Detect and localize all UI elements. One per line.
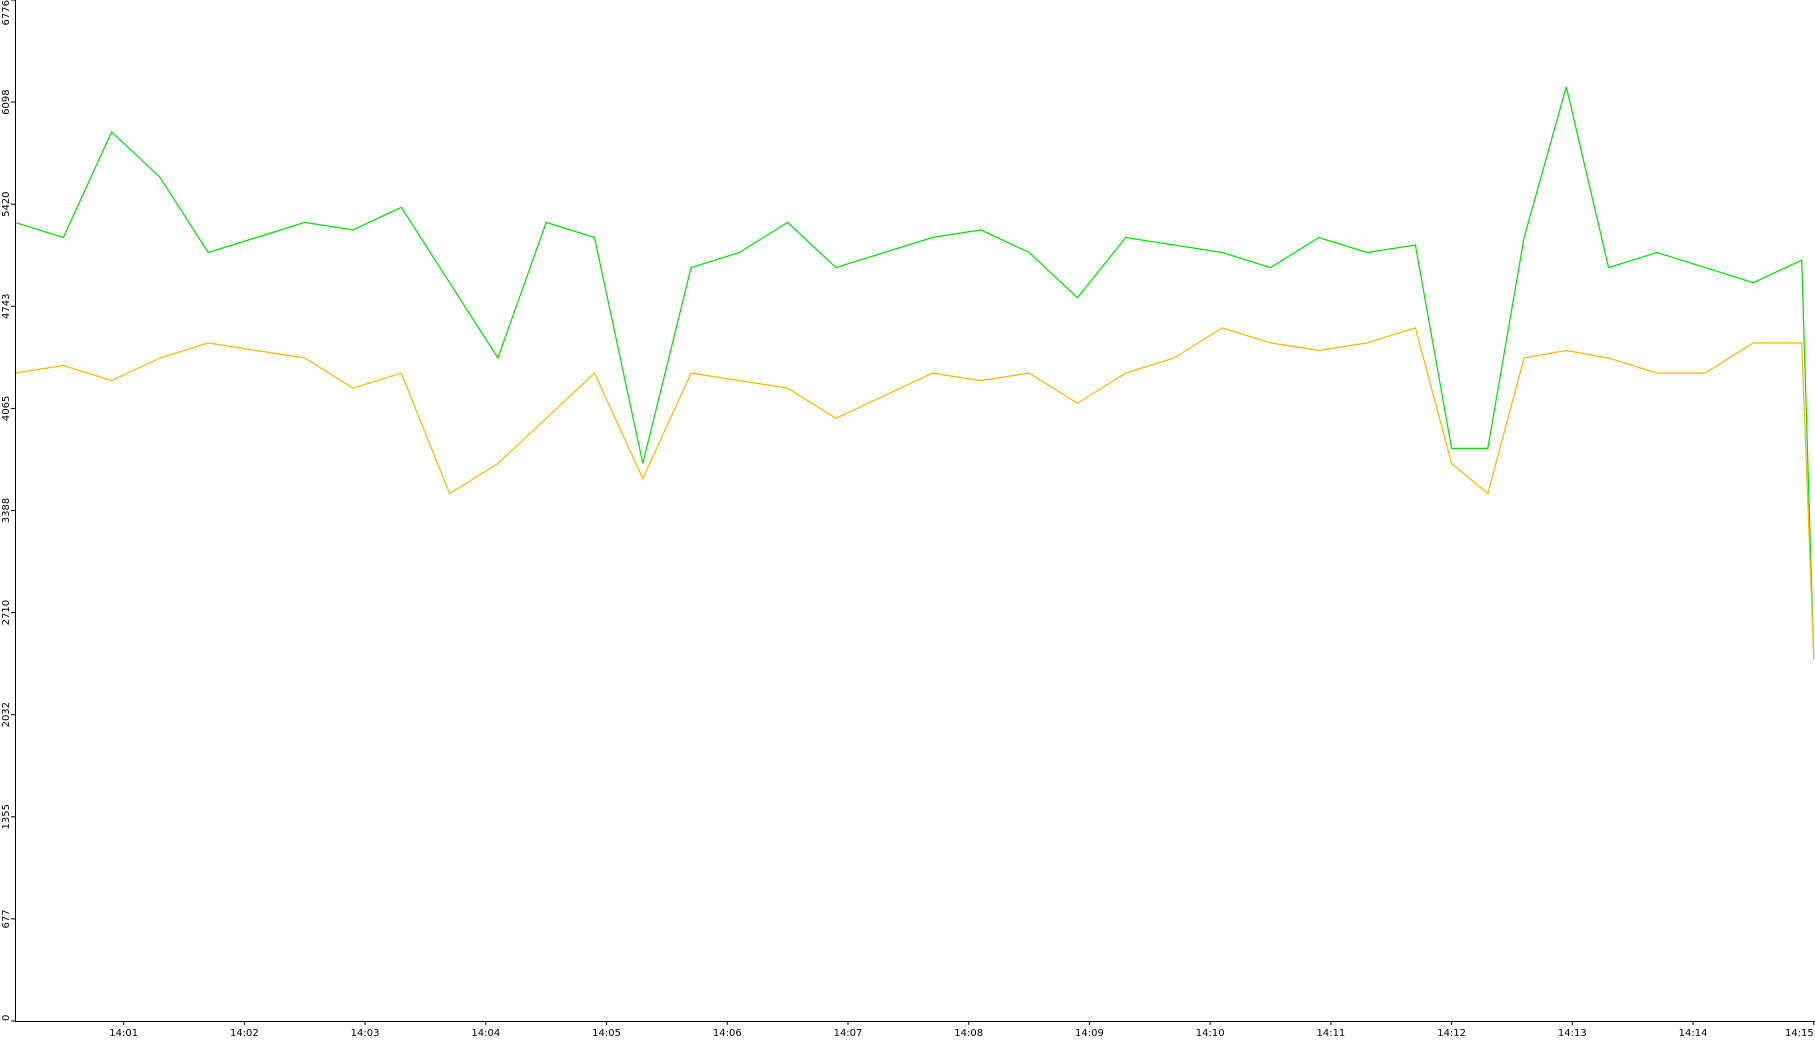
x-axis-ticks: 14:01 14:02 14:03 14:04 14:05 14:06 14:07 14:08…	[109, 1021, 1815, 1039]
y-tick-label: 0	[1, 1015, 12, 1021]
series-layer	[14, 86, 1815, 660]
x-tick-label: 14:08	[954, 1028, 983, 1039]
y-tick-label: 6098	[1, 89, 12, 114]
series-line-2	[14, 327, 1815, 660]
y-tick-label: 3388	[1, 498, 12, 523]
x-tick-label: 14:06	[713, 1028, 742, 1039]
y-tick-label: 5420	[1, 191, 12, 216]
line-chart: 0 677 1355 2032 2710 3388 4065 4743 5420 6098 6776…	[1, 0, 1815, 1039]
y-tick-label: 6776	[1, 0, 12, 25]
x-tick-label: 14:09	[1075, 1028, 1104, 1039]
x-tick-label: 14:05	[592, 1028, 621, 1039]
y-tick-label: 4065	[1, 396, 12, 421]
x-tick-label: 14:03	[351, 1028, 380, 1039]
x-tick-label: 14:14	[1679, 1028, 1708, 1039]
x-tick-label: 14:10	[1196, 1028, 1225, 1039]
y-tick-label: 2710	[1, 600, 12, 625]
x-tick-label: 14:01	[109, 1028, 138, 1039]
x-tick-label: 14:04	[471, 1028, 500, 1039]
y-tick-label: 1355	[1, 804, 12, 829]
y-tick-label: 677	[1, 909, 12, 928]
x-tick-label: 14:15	[1785, 1028, 1814, 1039]
x-tick-label: 14:02	[230, 1028, 259, 1039]
x-tick-label: 14:13	[1558, 1028, 1587, 1039]
chart: 0 677 1355 2032 2710 3388 4065 4743 5420 6098 6776…	[0, 0, 1815, 1039]
y-tick-label: 4743	[1, 294, 12, 319]
x-tick-label: 14:07	[834, 1028, 863, 1039]
y-tick-label: 2032	[1, 702, 12, 727]
x-tick-label: 14:11	[1316, 1028, 1345, 1039]
series-line-1	[14, 86, 1815, 660]
y-axis-ticks: 0 677 1355 2032 2710 3388 4065 4743 5420 6098 6776	[1, 0, 15, 1022]
x-tick-label: 14:12	[1437, 1028, 1466, 1039]
